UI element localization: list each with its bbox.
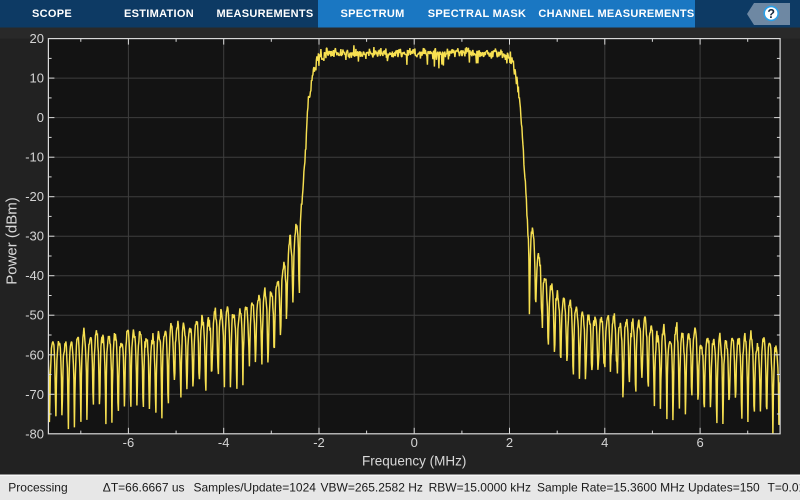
- svg-text:0: 0: [37, 110, 44, 125]
- svg-text:2: 2: [506, 435, 513, 450]
- svg-text:-20: -20: [25, 189, 44, 204]
- svg-text:ESTIMATION: ESTIMATION: [124, 8, 194, 20]
- svg-text:-50: -50: [25, 308, 44, 323]
- svg-text:Power (dBm): Power (dBm): [4, 197, 21, 285]
- svg-text:CHANNEL MEASUREMENTS: CHANNEL MEASUREMENTS: [538, 8, 694, 20]
- svg-text:Updates=150: Updates=150: [688, 481, 760, 495]
- svg-text:0: 0: [411, 435, 418, 450]
- svg-text:ΔT=66.6667 us: ΔT=66.6667 us: [103, 481, 185, 495]
- svg-text:RBW=15.0000 kHz: RBW=15.0000 kHz: [429, 481, 531, 495]
- svg-text:-2: -2: [313, 435, 325, 450]
- svg-text:Frequency (MHz): Frequency (MHz): [362, 454, 466, 469]
- svg-text:SPECTRAL MASK: SPECTRAL MASK: [428, 8, 526, 20]
- svg-text:?: ?: [767, 7, 775, 21]
- svg-text:MEASUREMENTS: MEASUREMENTS: [216, 8, 313, 20]
- svg-text:-10: -10: [25, 150, 44, 165]
- svg-text:20: 20: [30, 31, 44, 46]
- svg-text:-80: -80: [25, 426, 44, 441]
- svg-text:SPECTRUM: SPECTRUM: [340, 8, 404, 20]
- svg-text:10: 10: [30, 71, 44, 86]
- svg-text:-30: -30: [25, 229, 44, 244]
- svg-text:Processing: Processing: [8, 481, 67, 495]
- svg-text:-4: -4: [218, 435, 230, 450]
- svg-text:-70: -70: [25, 387, 44, 402]
- svg-text:-40: -40: [25, 268, 44, 283]
- svg-text:Sample Rate=15.3600 MHz: Sample Rate=15.3600 MHz: [537, 481, 685, 495]
- svg-text:T=0.010: T=0.010: [768, 481, 800, 495]
- svg-text:SCOPE: SCOPE: [32, 8, 72, 20]
- svg-text:-60: -60: [25, 347, 44, 362]
- svg-text:-6: -6: [123, 435, 135, 450]
- svg-text:4: 4: [601, 435, 608, 450]
- svg-text:6: 6: [696, 435, 703, 450]
- svg-text:VBW=265.2582 Hz: VBW=265.2582 Hz: [321, 481, 423, 495]
- svg-text:Samples/Update=1024: Samples/Update=1024: [194, 481, 317, 495]
